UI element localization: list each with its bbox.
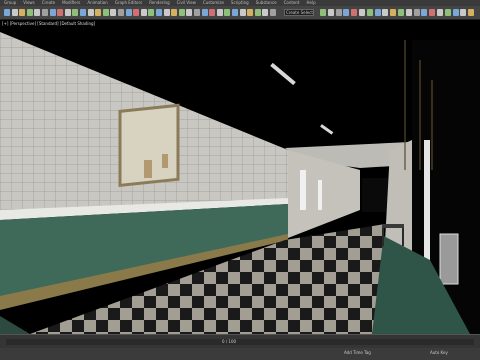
time-slider-track[interactable] xyxy=(6,339,474,345)
toolbar-tool-icon[interactable] xyxy=(343,9,350,16)
toolbar-tool-icon[interactable] xyxy=(270,9,276,16)
toolbar-tool-icon[interactable] xyxy=(118,9,124,16)
toolbar-tool-icon[interactable] xyxy=(239,9,246,16)
toolbar-tool-icon[interactable] xyxy=(4,9,10,16)
toolbar-tool-icon[interactable] xyxy=(133,9,140,16)
toolbar-tool-icon[interactable] xyxy=(437,9,443,16)
toolbar-tool-icon[interactable] xyxy=(156,9,162,16)
doorway-light xyxy=(300,170,306,210)
chair-leg xyxy=(402,228,404,246)
selection-set-dropdown[interactable]: Create Selection Set xyxy=(284,9,314,16)
toolbar-tool-icon[interactable] xyxy=(171,9,178,16)
toolbar-tool-icon[interactable] xyxy=(163,9,170,16)
chair-leg xyxy=(382,228,384,246)
add-time-tag[interactable]: Add Time Tag xyxy=(344,350,371,356)
toolbar-tool-icon[interactable] xyxy=(335,9,342,16)
chair-seat xyxy=(382,224,404,228)
main-toolbar: Create Selection Set xyxy=(0,6,480,20)
frame-counter: 0 / 100 xyxy=(222,339,237,344)
toolbar-tool-icon[interactable] xyxy=(468,9,475,16)
toolbar-tool-icon[interactable] xyxy=(374,9,381,16)
toolbar-tool-icon[interactable] xyxy=(460,9,467,16)
toolbar-tool-icon[interactable] xyxy=(11,9,18,16)
toolbar-tool-icon[interactable] xyxy=(49,9,56,16)
toolbar-tool-icon[interactable] xyxy=(110,9,117,16)
toolbar-tool-icon[interactable] xyxy=(102,9,109,16)
toolbar-tool-icon[interactable] xyxy=(42,9,48,16)
poster-figure xyxy=(144,160,152,178)
timeline: 0 / 100 xyxy=(0,334,480,349)
toolbar-tool-icon[interactable] xyxy=(247,9,254,16)
toolbar-tool-icon[interactable] xyxy=(26,9,33,16)
toolbar-tool-icon[interactable] xyxy=(87,9,94,16)
toolbar-tool-icon[interactable] xyxy=(80,9,86,16)
status-bar: Add Time Tag Auto Key xyxy=(0,348,480,360)
toolbar-tool-icon[interactable] xyxy=(413,9,420,16)
toolbar-tool-icon[interactable] xyxy=(398,9,404,16)
toolbar-tool-icon[interactable] xyxy=(359,9,365,16)
toolbar-tool-icon[interactable] xyxy=(320,9,326,16)
toolbar-tool-icon[interactable] xyxy=(95,9,102,16)
toolbar-tool-icon[interactable] xyxy=(382,9,389,16)
viewport-label[interactable]: [+] [Perspective] [Standard] [Default Sh… xyxy=(2,21,95,27)
poster-figure xyxy=(162,154,168,168)
auto-key-button[interactable]: Auto Key xyxy=(430,350,448,356)
toolbar-tool-icon[interactable] xyxy=(232,9,238,16)
toolbar-tool-icon[interactable] xyxy=(64,9,71,16)
toolbar-tool-icon[interactable] xyxy=(178,9,185,16)
toolbar-tool-icon[interactable] xyxy=(57,9,64,16)
toolbar-tool-icon[interactable] xyxy=(148,9,155,16)
toolbar-tool-icon[interactable] xyxy=(34,9,41,16)
toolbar-tool-icon[interactable] xyxy=(327,9,334,16)
toolbar-tool-icon[interactable] xyxy=(19,9,26,16)
toolbar-tool-icon[interactable] xyxy=(366,9,373,16)
toolbar-tool-icon[interactable] xyxy=(194,9,200,16)
toolbar-tool-icon[interactable] xyxy=(351,9,358,16)
toolbar-tool-icon[interactable] xyxy=(254,9,261,16)
toolbar-tool-icon[interactable] xyxy=(224,9,231,16)
toolbar-tool-icon[interactable] xyxy=(421,9,428,16)
toolbar-tool-icon[interactable] xyxy=(262,9,269,16)
perspective-viewport[interactable]: [+] [Perspective] [Standard] [Default Sh… xyxy=(0,20,480,334)
toolbar-tool-icon[interactable] xyxy=(429,9,436,16)
toolbar-tool-icon[interactable] xyxy=(452,9,459,16)
toolbar-tool-icon[interactable] xyxy=(209,9,216,16)
corridor-end-opening xyxy=(362,178,390,212)
toolbar-tool-icon[interactable] xyxy=(140,9,147,16)
toolbar-tool-icon[interactable] xyxy=(72,9,79,16)
toolbar-tool-icon[interactable] xyxy=(390,9,397,16)
toolbar-tool-icon[interactable] xyxy=(186,9,193,16)
toolbar-tool-icon[interactable] xyxy=(216,9,223,16)
doorway-light xyxy=(318,180,322,210)
toolbar-tool-icon[interactable] xyxy=(125,9,132,16)
toolbar-tool-icon[interactable] xyxy=(444,9,451,16)
toolbar-tool-icon[interactable] xyxy=(405,9,412,16)
radiator-vent xyxy=(439,233,459,285)
corridor-render xyxy=(0,20,480,334)
toolbar-tool-icon[interactable] xyxy=(201,9,208,16)
